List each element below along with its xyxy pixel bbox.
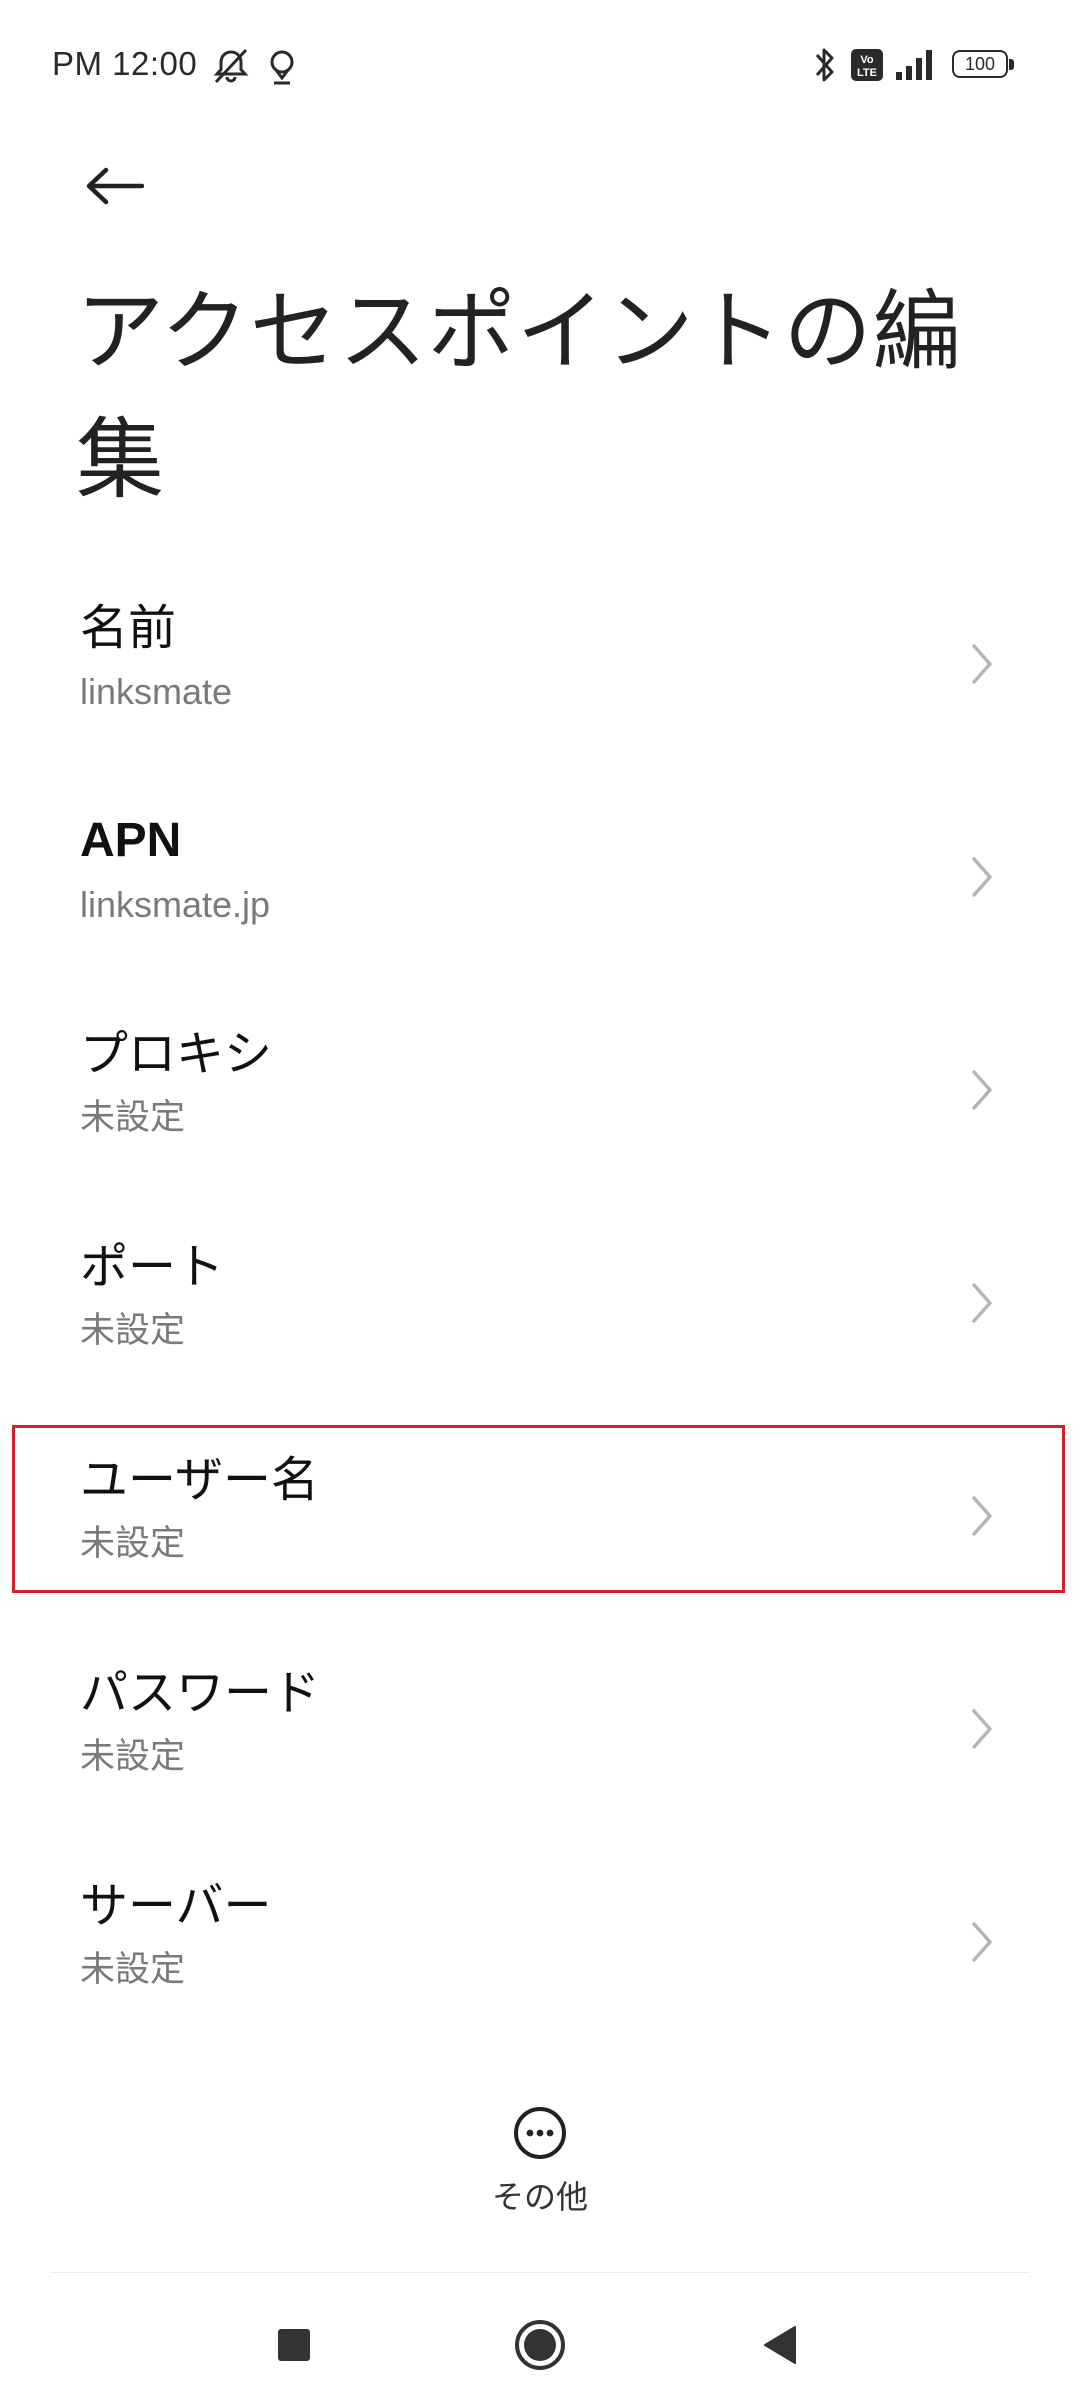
signal-icon bbox=[896, 50, 932, 80]
item-title: APN bbox=[80, 814, 182, 867]
chevron-right-icon bbox=[972, 1070, 992, 1110]
item-title: 名前 bbox=[80, 600, 177, 656]
home-button[interactable] bbox=[500, 2310, 580, 2380]
item-title: プロキシ bbox=[80, 1026, 273, 1082]
nav-divider bbox=[50, 2272, 1030, 2273]
item-title: パスワード bbox=[80, 1665, 321, 1721]
more-label: その他 bbox=[491, 2178, 588, 2216]
recents-square-icon bbox=[278, 2329, 310, 2361]
back-triangle-icon bbox=[764, 2326, 796, 2364]
page-title: アクセスポイントの編集 bbox=[76, 280, 962, 511]
item-value: linksmate.jp bbox=[80, 884, 271, 925]
battery-level: 100 bbox=[964, 54, 996, 74]
status-time: PM 12:00 bbox=[52, 45, 198, 82]
list-item-apn[interactable]: APN linksmate.jp bbox=[0, 791, 1080, 1004]
arrow-left-icon bbox=[86, 167, 144, 205]
chevron-right-icon bbox=[972, 857, 992, 897]
item-title: サーバー bbox=[80, 1878, 272, 1934]
item-value: 未設定 bbox=[80, 1098, 186, 1138]
chevron-right-icon bbox=[972, 1496, 992, 1536]
chevron-right-icon bbox=[972, 1709, 992, 1749]
recents-button[interactable] bbox=[254, 2310, 334, 2380]
list-item-proxy[interactable]: プロキシ 未設定 bbox=[0, 1004, 1080, 1217]
more-horizontal-circle-icon bbox=[514, 2107, 566, 2159]
svg-text:Vo: Vo bbox=[860, 54, 874, 66]
list-item-port[interactable]: ポート 未設定 bbox=[0, 1217, 1080, 1430]
svg-text:LTE: LTE bbox=[857, 67, 877, 79]
bluetooth-icon bbox=[815, 48, 834, 82]
item-value: 未設定 bbox=[80, 1524, 186, 1564]
item-value: linksmate bbox=[80, 671, 233, 712]
navigation-bar bbox=[0, 2290, 1080, 2400]
status-bar: PM 12:00 Vo LTE 100 bbox=[0, 0, 1080, 130]
home-circle-icon bbox=[515, 2320, 565, 2370]
settings-list: 名前 linksmate APN linksmate.jp プロキシ 未設定 ポ… bbox=[0, 578, 1080, 2069]
alarm-off-icon bbox=[213, 48, 249, 84]
list-item-server[interactable]: サーバー 未設定 bbox=[0, 1856, 1080, 2069]
more-button[interactable]: その他 bbox=[440, 2105, 640, 2225]
chevron-right-icon bbox=[972, 1283, 992, 1323]
item-value: 未設定 bbox=[80, 1311, 186, 1351]
item-value: 未設定 bbox=[80, 1737, 186, 1777]
back-button[interactable] bbox=[78, 150, 150, 222]
location-pin-icon bbox=[270, 50, 294, 85]
volte-icon: Vo LTE bbox=[851, 49, 883, 81]
chevron-right-icon bbox=[972, 1922, 992, 1962]
back-nav-button[interactable] bbox=[740, 2310, 820, 2380]
item-title: ユーザー名 bbox=[80, 1452, 320, 1508]
item-value: 未設定 bbox=[80, 1950, 186, 1990]
battery-icon: 100 bbox=[952, 50, 1018, 80]
item-title: ポート bbox=[80, 1239, 225, 1295]
list-item-username[interactable]: ユーザー名 未設定 bbox=[0, 1430, 1080, 1643]
chevron-right-icon bbox=[972, 644, 992, 684]
list-item-name[interactable]: 名前 linksmate bbox=[0, 578, 1080, 791]
list-item-password[interactable]: パスワード 未設定 bbox=[0, 1643, 1080, 1856]
